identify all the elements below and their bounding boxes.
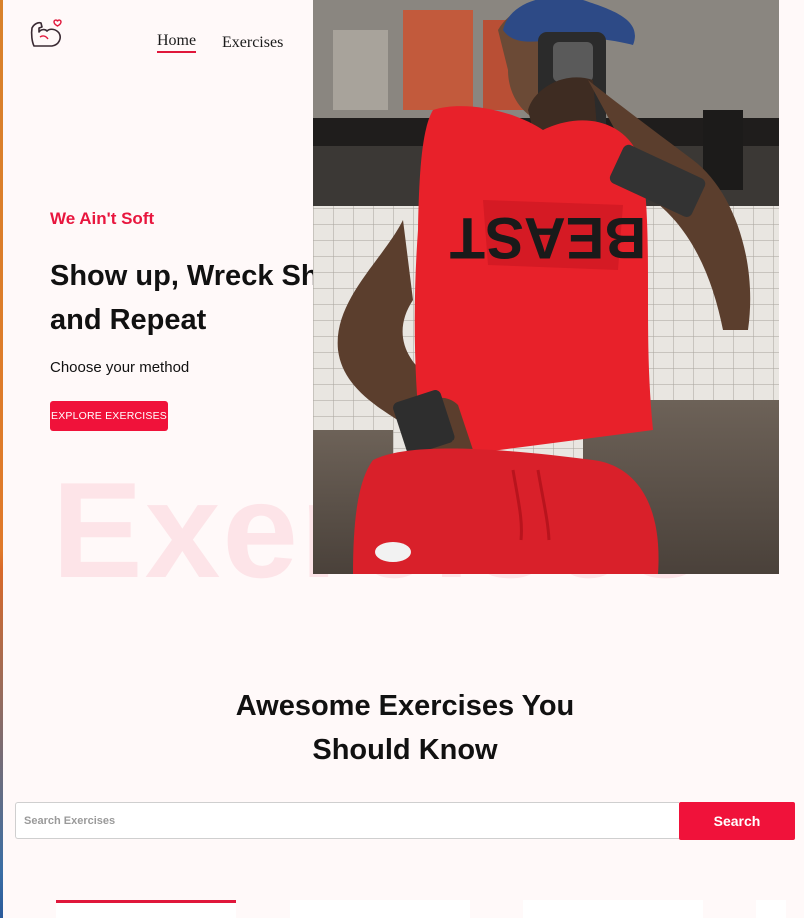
- page: Home Exercises Exercises We Ain't Soft S…: [0, 0, 804, 918]
- exercise-category-card[interactable]: [56, 900, 236, 918]
- exercise-category-card[interactable]: [756, 900, 786, 918]
- hero-subtitle: Choose your method: [50, 359, 190, 376]
- window-edge: [0, 0, 3, 918]
- exercise-category-card[interactable]: [290, 900, 470, 918]
- svg-text:BEAST: BEAST: [450, 205, 647, 270]
- search-exercises-input[interactable]: [15, 802, 679, 839]
- hero-tagline: We Ain't Soft: [50, 209, 155, 228]
- explore-exercises-button[interactable]: EXPLORE EXERCISES: [50, 401, 168, 431]
- hero-banner-image: BEAST: [313, 0, 779, 574]
- exercises-section-title: Awesome Exercises You Should Know: [235, 690, 575, 766]
- search-button[interactable]: Search: [679, 802, 795, 840]
- nav-link-exercises[interactable]: Exercises: [222, 34, 283, 52]
- exercise-category-card[interactable]: [523, 900, 703, 918]
- nav-link-home[interactable]: Home: [157, 32, 197, 53]
- flexed-arm-heart-icon[interactable]: [28, 16, 64, 52]
